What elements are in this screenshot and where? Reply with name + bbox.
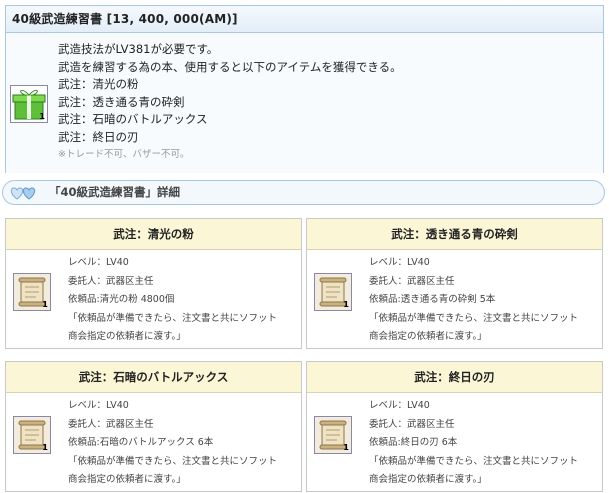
hearts-icon bbox=[10, 187, 36, 200]
item-line-reward-4: 武注：終日の刃 bbox=[58, 129, 139, 144]
recipe-desc-line-2: 商会指定の依頼者に渡す。」 bbox=[369, 474, 487, 485]
recipe-request: 依頼品:終日の刃 6本 bbox=[369, 437, 458, 448]
recipe-details: レベル：LV40 委託人：武器区主任 依頼品:透き通る青の砕剣 5本 「依頼品が… bbox=[369, 254, 578, 347]
recipe-desc-line-1: 「依頼品が準備できたら、注文書と共にソフット bbox=[68, 455, 278, 467]
item-info-box: 40級武造練習書 [13, 400, 000(AM)] 1 武造技法がLV381… bbox=[5, 5, 604, 173]
item-description: 武造技法がLV381が必要です。 武造を練習する為の本、使用すると以下のアイテム… bbox=[58, 41, 402, 163]
recipe-desc-line-2: 商会指定の依頼者に渡す。」 bbox=[68, 474, 186, 485]
recipe-card: 武注：終日の刃 1 レベル：LV40 委託人：武器区主任 依頼品:終日の刃 6本… bbox=[306, 361, 603, 492]
recipe-card: 武注：透き通る青の砕剣 1 レベル：LV40 委託人：武器区主任 依頼品:透き通… bbox=[306, 218, 603, 349]
recipe-card-body: 1 レベル：LV40 委託人：武器区主任 依頼品:石暗のバトルアックス 6本 「… bbox=[6, 393, 301, 492]
recipe-client: 委託人：武器区主任 bbox=[369, 418, 455, 430]
item-trade-note: ※トレード不可、バザー不可。 bbox=[58, 148, 190, 160]
recipe-count-badge: 1 bbox=[42, 443, 48, 452]
recipe-request: 依頼品:透き通る青の砕剣 5本 bbox=[369, 294, 496, 305]
recipe-card-title: 武注：清光の粉 bbox=[6, 219, 301, 250]
scroll-icon[interactable]: 1 bbox=[13, 416, 51, 454]
section-header: 「40級武造練習書」詳細 bbox=[2, 180, 605, 205]
item-line-usage: 武造を練習する為の本、使用すると以下のアイテムを獲得できる。 bbox=[58, 59, 402, 74]
recipe-client: 委託人：武器区主任 bbox=[68, 418, 154, 430]
recipe-card: 武注：清光の粉 1 レベル：LV40 委託人：武器区主任 依頼品:清光の粉 48… bbox=[5, 218, 302, 349]
item-line-reward-2: 武注：透き通る青の砕剣 bbox=[58, 94, 185, 109]
item-count-badge: 1 bbox=[39, 112, 45, 121]
item-line-requirement: 武造技法がLV381が必要です。 bbox=[58, 42, 219, 56]
recipe-request: 依頼品:石暗のバトルアックス 6本 bbox=[68, 437, 214, 448]
recipe-card-body: 1 レベル：LV40 委託人：武器区主任 依頼品:清光の粉 4800個 「依頼品… bbox=[6, 250, 301, 349]
recipe-desc-line-1: 「依頼品が準備できたら、注文書と共にソフット bbox=[369, 455, 579, 467]
recipe-client: 委託人：武器区主任 bbox=[68, 275, 154, 287]
item-line-reward-3: 武注：石暗のバトルアックス bbox=[58, 112, 208, 127]
recipe-details: レベル：LV40 委託人：武器区主任 依頼品:清光の粉 4800個 「依頼品が準… bbox=[68, 254, 277, 347]
recipe-details: レベル：LV40 委託人：武器区主任 依頼品:終日の刃 6本 「依頼品が準備でき… bbox=[369, 397, 578, 490]
recipe-card: 武注：石暗のバトルアックス 1 レベル：LV40 委託人：武器区主任 依頼品:石… bbox=[5, 361, 302, 492]
recipe-desc-line-2: 商会指定の依頼者に渡す。」 bbox=[369, 331, 487, 342]
recipe-card-title: 武注：石暗のバトルアックス bbox=[6, 362, 301, 393]
recipe-level: レベル：LV40 bbox=[369, 400, 430, 411]
recipe-count-badge: 1 bbox=[343, 300, 349, 309]
recipe-desc-line-1: 「依頼品が準備できたら、注文書と共にソフット bbox=[68, 312, 278, 324]
scroll-icon[interactable]: 1 bbox=[314, 273, 352, 311]
recipe-desc-line-1: 「依頼品が準備できたら、注文書と共にソフット bbox=[369, 312, 579, 324]
item-line-reward-1: 武注：清光の粉 bbox=[58, 77, 139, 92]
recipe-level: レベル：LV40 bbox=[68, 400, 129, 411]
recipe-request: 依頼品:清光の粉 4800個 bbox=[68, 294, 175, 305]
scroll-icon[interactable]: 1 bbox=[13, 273, 51, 311]
recipe-card-title: 武注：終日の刃 bbox=[307, 362, 602, 393]
recipe-count-badge: 1 bbox=[343, 443, 349, 452]
scroll-icon[interactable]: 1 bbox=[314, 416, 352, 454]
item-body: 1 武造技法がLV381が必要です。 武造を練習する為の本、使用すると以下のアイ… bbox=[6, 33, 603, 173]
recipe-desc-line-2: 商会指定の依頼者に渡す。」 bbox=[68, 331, 186, 342]
recipe-count-badge: 1 bbox=[42, 300, 48, 309]
recipe-level: レベル：LV40 bbox=[369, 257, 430, 268]
recipe-card-body: 1 レベル：LV40 委託人：武器区主任 依頼品:終日の刃 6本 「依頼品が準備… bbox=[307, 393, 602, 492]
item-title: 40級武造練習書 [13, 400, 000(AM)] bbox=[6, 6, 603, 33]
section-title: 「40級武造練習書」詳細 bbox=[49, 185, 181, 199]
recipe-level: レベル：LV40 bbox=[68, 257, 129, 268]
gift-box-icon[interactable]: 1 bbox=[10, 85, 48, 123]
recipe-card-body: 1 レベル：LV40 委託人：武器区主任 依頼品:透き通る青の砕剣 5本 「依頼… bbox=[307, 250, 602, 349]
recipe-details: レベル：LV40 委託人：武器区主任 依頼品:石暗のバトルアックス 6本 「依頼… bbox=[68, 397, 277, 490]
recipe-card-title: 武注：透き通る青の砕剣 bbox=[307, 219, 602, 250]
recipe-client: 委託人：武器区主任 bbox=[369, 275, 455, 287]
